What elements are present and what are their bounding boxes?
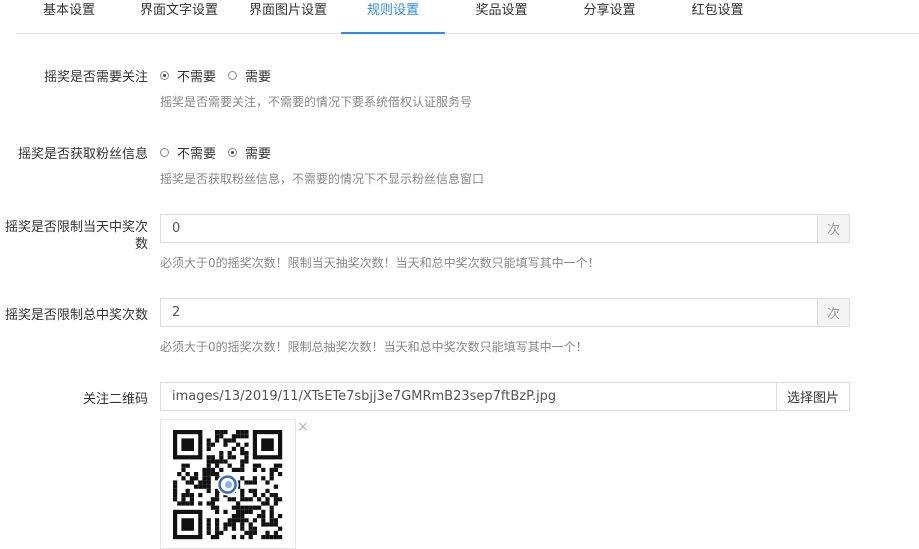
daily-limit-input[interactable]: [160, 214, 818, 243]
tab-ui-text-settings[interactable]: 界面文字设置: [122, 0, 236, 33]
radio-label: 需要: [245, 147, 272, 162]
tab-redpacket-settings[interactable]: 红包设置: [661, 0, 774, 33]
radio-label: 不需要: [177, 70, 217, 85]
follow-required-help: 摇奖是否需要关注，不需要的情况下要系统借权认证服务号: [160, 95, 473, 109]
qrcode-input-group: 选择图片: [160, 382, 850, 411]
daily-limit-label: 摇奖是否限制当天中奖次数: [4, 220, 148, 252]
total-limit-input-group: 次: [160, 298, 850, 327]
fans-info-label: 摇奖是否获取粉丝信息: [17, 147, 148, 162]
qr-code-image: [173, 430, 283, 540]
radio-unchecked-icon: [228, 71, 238, 80]
tab-basic-settings[interactable]: 基本设置: [16, 0, 122, 33]
radio-unchecked-icon: [160, 148, 169, 157]
fans-info-radio-yes[interactable]: 需要: [228, 143, 271, 162]
radio-label: 不需要: [177, 147, 217, 162]
total-limit-help: 必须大于0的摇奖次数！限制总抽奖次数！当天和总中奖次数只能填写其中一个！: [160, 340, 588, 354]
total-limit-unit: 次: [818, 298, 850, 327]
daily-limit-help: 必须大于0的摇奖次数！限制当天抽奖次数！当天和总中奖次数只能填写其中一个！: [160, 256, 600, 270]
fans-info-radio-group: 不需要 需要: [160, 143, 283, 162]
tab-share-settings[interactable]: 分享设置: [558, 0, 661, 33]
select-image-button[interactable]: 选择图片: [777, 382, 850, 411]
tab-ui-image-settings[interactable]: 界面图片设置: [236, 0, 340, 33]
tab-rule-settings[interactable]: 规则设置: [341, 0, 445, 34]
qrcode-path-input[interactable]: [160, 382, 777, 411]
qrcode-preview: [160, 419, 296, 549]
qrcode-label: 关注二维码: [82, 392, 148, 407]
follow-radio-yes[interactable]: 需要: [228, 66, 271, 85]
total-limit-input[interactable]: [160, 298, 818, 327]
daily-limit-unit: 次: [818, 214, 850, 243]
radio-checked-icon: [160, 71, 169, 80]
follow-radio-no[interactable]: 不需要: [160, 66, 216, 85]
daily-limit-input-group: 次: [160, 214, 850, 243]
fans-info-radio-no[interactable]: 不需要: [160, 143, 216, 162]
close-icon[interactable]: ×: [297, 420, 309, 434]
follow-required-radio-group: 不需要 需要: [160, 66, 283, 85]
total-limit-label: 摇奖是否限制总中奖次数: [4, 308, 148, 323]
tab-prize-settings[interactable]: 奖品设置: [445, 0, 558, 33]
radio-label: 需要: [245, 70, 272, 85]
follow-required-label: 摇奖是否需要关注: [43, 70, 148, 85]
tab-bar: 基本设置 界面文字设置 界面图片设置 规则设置 奖品设置 分享设置 红包设置: [16, 0, 919, 34]
radio-checked-icon: [228, 148, 238, 157]
fans-info-help: 摇奖是否获取粉丝信息，不需要的情况下不显示粉丝信息窗口: [160, 172, 485, 186]
